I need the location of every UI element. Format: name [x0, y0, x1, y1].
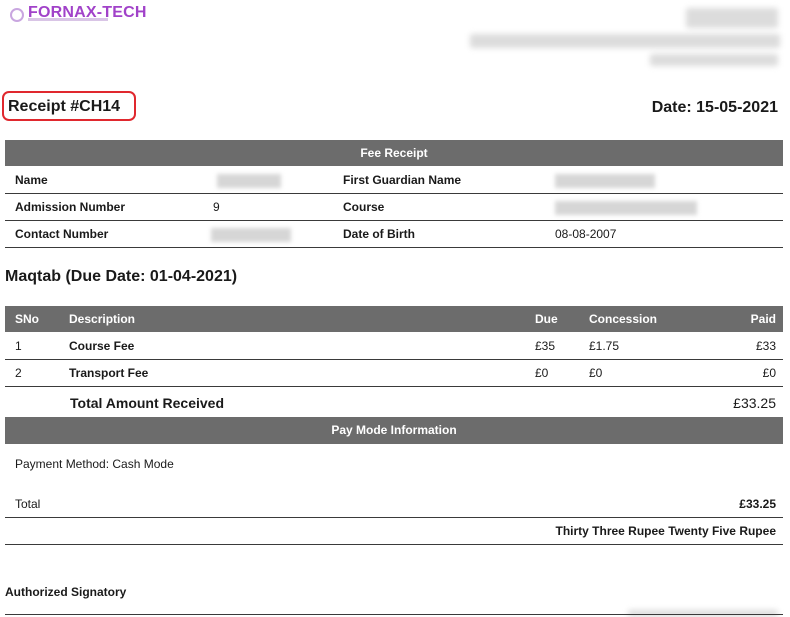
col-due: Due — [535, 312, 558, 326]
info-row-admission: Admission Number 9 Course — [5, 194, 783, 221]
row-paid: £0 — [762, 366, 776, 380]
guardian-redacted — [555, 173, 655, 188]
course-redacted — [555, 200, 697, 215]
institute-address-blur — [470, 34, 780, 48]
amount-words-row: Thirty Three Rupee Twenty Five Rupee — [5, 518, 783, 545]
row-sno: 1 — [15, 339, 22, 353]
name-value — [217, 173, 281, 188]
row-due: £35 — [535, 339, 556, 353]
amount-in-words: Thirty Three Rupee Twenty Five Rupee — [555, 524, 777, 538]
footer-divider — [5, 614, 783, 615]
institute-name-blur — [686, 8, 778, 28]
pay-mode-header: Pay Mode Information — [5, 417, 783, 444]
guardian-value — [555, 173, 655, 188]
payment-method: Payment Method: Cash Mode — [15, 457, 174, 471]
row-concession: £0 — [589, 366, 603, 380]
receipt-number: Receipt #CH14 — [8, 98, 121, 115]
fees-table-header: SNo Description Due Concession Paid — [5, 306, 783, 332]
fee-receipt-header: Fee Receipt — [5, 140, 783, 166]
admission-value: 9 — [213, 200, 220, 214]
dob-label: Date of Birth — [343, 227, 415, 241]
fee-section-title: Maqtab (Due Date: 01-04-2021) — [5, 268, 238, 285]
course-value — [555, 200, 697, 215]
total-received-label: Total Amount Received — [70, 395, 225, 411]
authorized-signatory: Authorized Signatory — [5, 585, 127, 599]
row-due: £0 — [535, 366, 549, 380]
col-sno: SNo — [15, 312, 39, 326]
col-concession: Concession — [589, 312, 658, 326]
contact-redacted — [211, 227, 291, 242]
row-sno: 2 — [15, 366, 22, 380]
guardian-label: First Guardian Name — [343, 173, 462, 187]
logo-hexagon-icon — [8, 5, 24, 22]
pay-mode-header-label: Pay Mode Information — [331, 423, 457, 437]
info-row-name: Name First Guardian Name — [5, 166, 783, 194]
table-row: 1 Course Fee £35 £1.75 £33 — [5, 332, 783, 360]
row-paid: £33 — [755, 339, 776, 353]
name-redacted — [217, 173, 281, 188]
name-label: Name — [15, 173, 48, 187]
row-description: Course Fee — [69, 339, 135, 353]
pay-total-value: £33.25 — [739, 497, 776, 511]
dob-value: 08-08-2007 — [555, 227, 617, 241]
total-received-row: Total Amount Received £33.25 — [5, 387, 783, 417]
admission-label: Admission Number — [15, 200, 126, 214]
table-row: 2 Transport Fee £0 £0 £0 — [5, 360, 783, 387]
contact-label: Contact Number — [15, 227, 109, 241]
row-description: Transport Fee — [69, 366, 149, 380]
total-received-value: £33.25 — [733, 395, 776, 411]
logo-tagline-blur — [28, 18, 108, 21]
col-description: Description — [69, 312, 136, 326]
row-concession: £1.75 — [589, 339, 620, 353]
pay-total-row: Total £33.25 — [5, 490, 783, 518]
contact-value — [211, 227, 291, 242]
receipt-date: Date: 15-05-2021 — [651, 99, 778, 116]
pay-total-label: Total — [15, 497, 41, 511]
institute-contact-blur — [650, 54, 778, 66]
col-paid: Paid — [750, 312, 776, 326]
course-label: Course — [343, 200, 385, 214]
info-row-contact: Contact Number Date of Birth 08-08-2007 — [5, 221, 783, 248]
fee-receipt-header-label: Fee Receipt — [360, 146, 428, 160]
